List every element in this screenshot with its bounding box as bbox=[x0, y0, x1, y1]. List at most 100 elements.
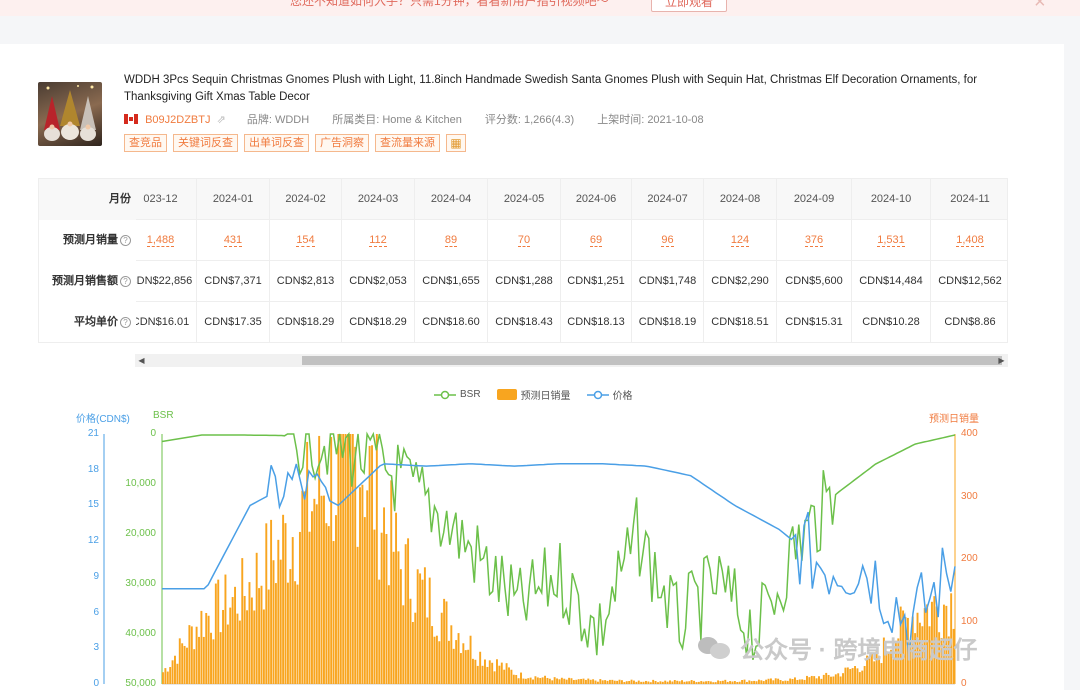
daily-sales-bar bbox=[582, 678, 585, 684]
daily-sales-bar bbox=[671, 681, 674, 684]
daily-sales-bar bbox=[318, 435, 321, 684]
daily-sales-bar bbox=[786, 680, 789, 684]
daily-sales-bar bbox=[676, 680, 679, 684]
daily-sales-bar bbox=[745, 681, 748, 684]
daily-sales-bar bbox=[849, 669, 852, 684]
daily-sales-bar bbox=[661, 681, 664, 684]
daily-sales-bar bbox=[246, 610, 249, 684]
daily-sales-bar bbox=[755, 681, 758, 684]
daily-sales-bar bbox=[265, 523, 268, 684]
daily-sales-bar bbox=[450, 625, 453, 684]
daily-sales-bar bbox=[784, 680, 787, 684]
daily-sales-bar bbox=[830, 676, 832, 684]
daily-sales-bar bbox=[736, 682, 739, 684]
daily-sales-bar bbox=[243, 595, 246, 684]
daily-sales-bar bbox=[825, 672, 828, 684]
daily-sales-bar bbox=[387, 585, 390, 684]
daily-sales-bar bbox=[572, 680, 575, 684]
daily-sales-bar bbox=[753, 680, 756, 684]
daily-sales-bar bbox=[214, 583, 217, 684]
daily-sales-bar bbox=[618, 679, 621, 684]
daily-sales-bar bbox=[837, 673, 840, 684]
daily-sales-bar bbox=[712, 682, 715, 684]
daily-sales-bar bbox=[455, 640, 458, 684]
daily-sales-bar bbox=[270, 519, 273, 684]
daily-sales-bar bbox=[613, 680, 616, 684]
daily-sales-bar bbox=[669, 680, 671, 684]
daily-sales-bar bbox=[426, 617, 429, 684]
daily-sales-bar bbox=[604, 680, 607, 684]
daily-sales-bar bbox=[558, 679, 561, 684]
daily-sales-bar bbox=[431, 626, 434, 684]
daily-sales-bar bbox=[498, 665, 501, 684]
daily-sales-bar bbox=[575, 679, 578, 684]
daily-sales-bar bbox=[371, 445, 373, 684]
daily-sales-bar bbox=[729, 681, 732, 684]
daily-sales-bar bbox=[695, 682, 698, 684]
daily-sales-bar bbox=[548, 678, 551, 684]
daily-sales-bar bbox=[681, 680, 683, 684]
daily-sales-bar bbox=[164, 668, 167, 684]
daily-sales-bar bbox=[664, 680, 667, 684]
daily-sales-bar bbox=[323, 495, 325, 684]
daily-sales-bar bbox=[666, 681, 669, 684]
daily-sales-bar bbox=[169, 667, 172, 684]
sales-bsr-price-chart[interactable] bbox=[0, 0, 1080, 690]
daily-sales-bar bbox=[402, 605, 405, 684]
daily-sales-bar bbox=[315, 504, 318, 684]
daily-sales-bar bbox=[363, 517, 366, 684]
daily-sales-bar bbox=[491, 662, 494, 684]
daily-sales-bar bbox=[404, 544, 407, 684]
daily-sales-bar bbox=[234, 586, 237, 684]
daily-sales-bar bbox=[806, 675, 808, 684]
daily-sales-bar bbox=[330, 437, 333, 684]
daily-sales-bar bbox=[544, 675, 547, 684]
daily-sales-bar bbox=[238, 620, 241, 684]
daily-sales-bar bbox=[743, 679, 746, 684]
daily-sales-bar bbox=[570, 678, 573, 684]
daily-sales-bar bbox=[818, 676, 820, 684]
daily-sales-bar bbox=[623, 682, 626, 684]
daily-sales-bar bbox=[174, 655, 176, 684]
daily-sales-bar bbox=[834, 674, 837, 684]
daily-sales-bar bbox=[476, 665, 479, 684]
daily-sales-bar bbox=[647, 681, 650, 684]
daily-sales-bar bbox=[383, 507, 386, 684]
daily-sales-bar bbox=[241, 558, 244, 684]
daily-sales-bar bbox=[541, 677, 544, 684]
daily-sales-bar bbox=[512, 674, 515, 684]
daily-sales-bar bbox=[654, 680, 657, 684]
daily-sales-bar bbox=[222, 609, 224, 684]
daily-sales-bar bbox=[354, 446, 357, 684]
daily-sales-bar bbox=[493, 671, 496, 684]
daily-sales-bar bbox=[255, 552, 258, 684]
daily-sales-bar bbox=[536, 677, 539, 684]
daily-sales-bar bbox=[534, 676, 537, 684]
daily-sales-bar bbox=[378, 579, 381, 684]
daily-sales-bar bbox=[587, 678, 590, 684]
daily-sales-bar bbox=[738, 681, 741, 684]
daily-sales-bar bbox=[380, 532, 383, 684]
daily-sales-bar bbox=[810, 675, 813, 684]
daily-sales-bar bbox=[488, 660, 491, 684]
daily-sales-bar bbox=[414, 612, 417, 684]
daily-sales-bar bbox=[298, 531, 301, 684]
daily-sales-bar bbox=[822, 674, 825, 684]
daily-sales-bar bbox=[181, 643, 184, 684]
daily-sales-bar bbox=[839, 676, 842, 684]
daily-sales-bar bbox=[200, 610, 203, 684]
daily-sales-bar bbox=[510, 669, 513, 684]
daily-sales-bar bbox=[195, 626, 198, 684]
daily-sales-bar bbox=[445, 601, 448, 684]
daily-sales-bar bbox=[690, 680, 693, 684]
daily-sales-bar bbox=[846, 667, 849, 684]
daily-sales-bar bbox=[327, 526, 330, 684]
daily-sales-bar bbox=[409, 598, 412, 684]
daily-sales-bar bbox=[719, 681, 722, 684]
daily-sales-bar bbox=[815, 678, 818, 684]
daily-sales-bar bbox=[863, 666, 866, 684]
daily-sales-bar bbox=[500, 662, 503, 684]
daily-sales-bar bbox=[539, 678, 542, 684]
daily-sales-bar bbox=[553, 677, 556, 684]
daily-sales-bar bbox=[529, 677, 532, 684]
